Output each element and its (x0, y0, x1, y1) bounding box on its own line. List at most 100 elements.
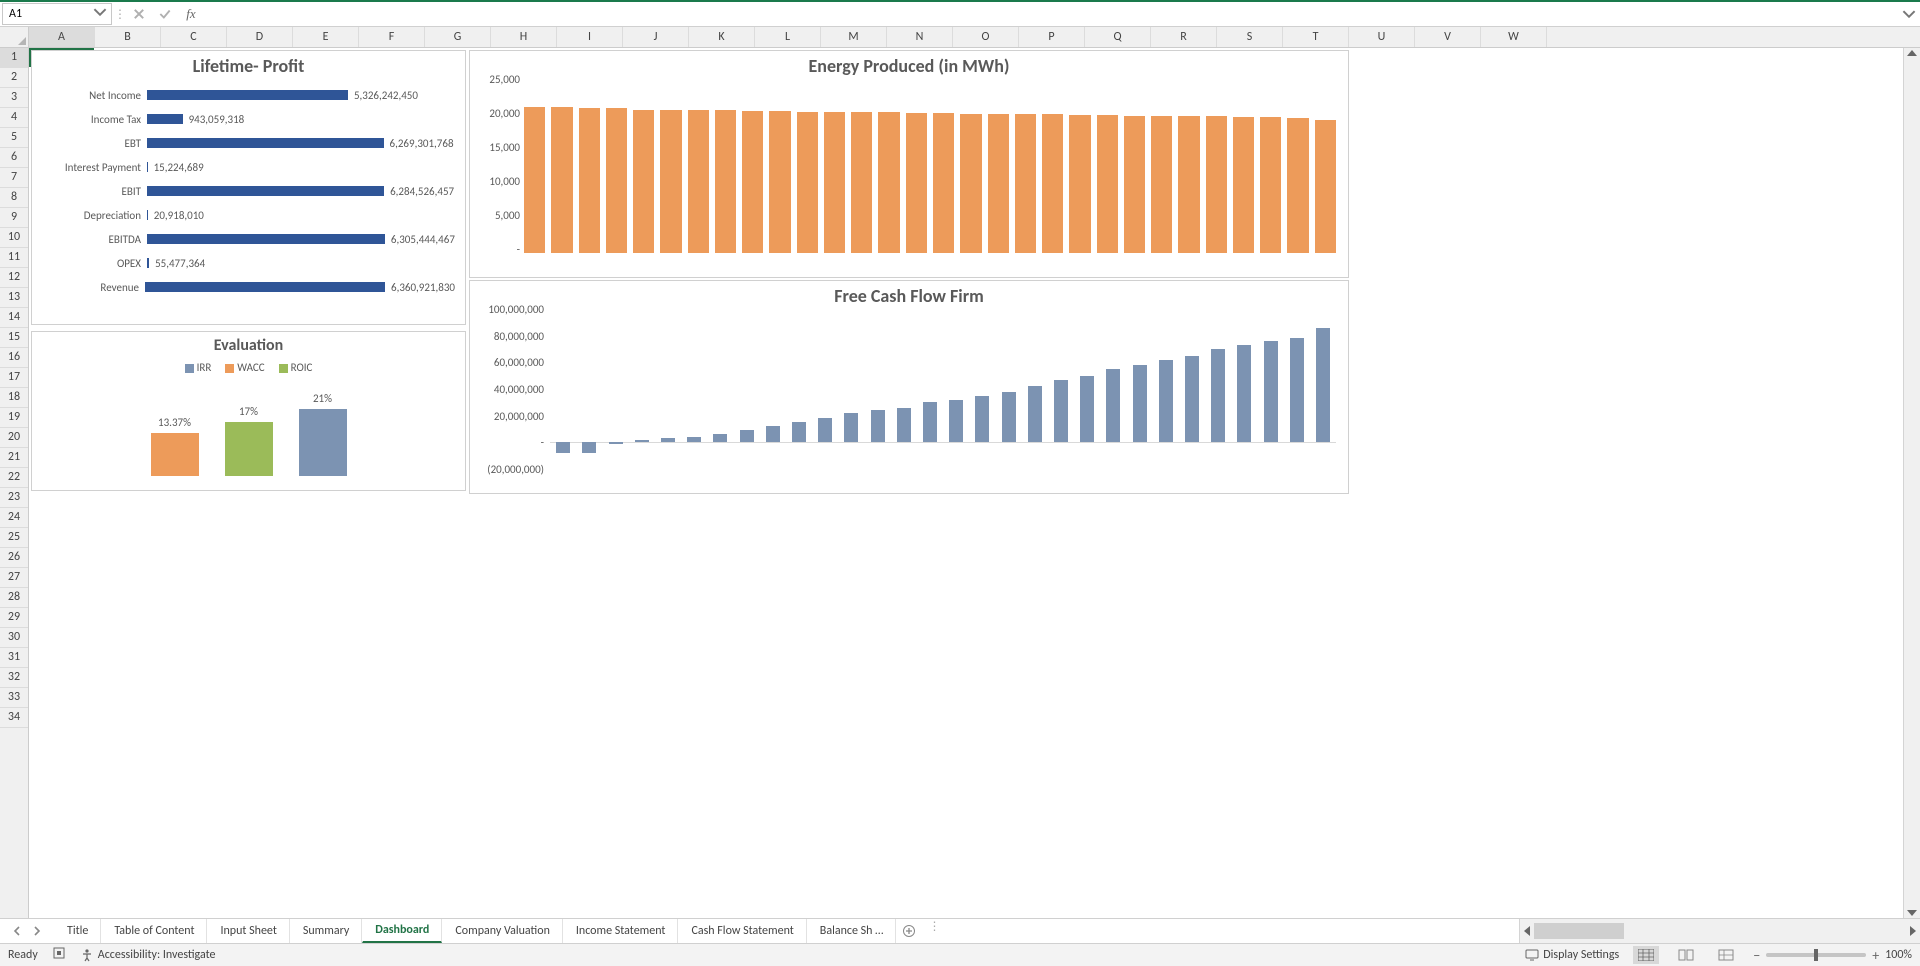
chart-lifetime-profit[interactable]: Lifetime- Profit Net Income5,326,242,450… (31, 50, 466, 325)
sheet-tab[interactable]: Input Sheet (207, 919, 289, 943)
column-header[interactable]: V (1415, 27, 1481, 47)
row-header[interactable]: 16 (0, 348, 28, 368)
row-header[interactable]: 21 (0, 448, 28, 468)
column-header[interactable]: J (623, 27, 689, 47)
column-header[interactable]: O (953, 27, 1019, 47)
scroll-up-icon[interactable] (1907, 50, 1917, 56)
column-header[interactable]: F (359, 27, 425, 47)
row-header[interactable]: 26 (0, 548, 28, 568)
row-header[interactable]: 5 (0, 128, 28, 148)
scroll-left-icon[interactable] (1524, 926, 1530, 936)
row-header[interactable]: 19 (0, 408, 28, 428)
chart-free-cash-flow[interactable]: Free Cash Flow Firm 100,000,00080,000,00… (469, 280, 1349, 494)
column-header[interactable]: K (689, 27, 755, 47)
row-header[interactable]: 22 (0, 468, 28, 488)
sheet-tab[interactable]: Summary (290, 919, 362, 943)
sheet-tab[interactable]: Income Statement (563, 919, 679, 943)
row-header[interactable]: 24 (0, 508, 28, 528)
name-box-input[interactable] (7, 6, 81, 22)
column-header[interactable]: Q (1085, 27, 1151, 47)
view-normal-button[interactable] (1633, 946, 1659, 964)
sheet-tab[interactable]: Title (54, 919, 101, 943)
row-header[interactable]: 28 (0, 588, 28, 608)
column-header[interactable]: G (425, 27, 491, 47)
row-header[interactable]: 14 (0, 308, 28, 328)
column-header[interactable]: S (1217, 27, 1283, 47)
row-header[interactable]: 34 (0, 708, 28, 728)
row-header[interactable]: 1 (0, 48, 28, 68)
row-header[interactable]: 7 (0, 168, 28, 188)
column-header[interactable]: N (887, 27, 953, 47)
row-header[interactable]: 31 (0, 648, 28, 668)
expand-formula-bar-button[interactable] (1900, 4, 1918, 24)
row-header[interactable]: 8 (0, 188, 28, 208)
row-header[interactable]: 12 (0, 268, 28, 288)
macro-record-icon[interactable] (52, 946, 66, 964)
tab-nav-next[interactable] (30, 926, 44, 936)
cancel-formula-button[interactable] (128, 4, 150, 24)
select-all-corner[interactable] (0, 27, 29, 47)
cells-area[interactable]: Lifetime- Profit Net Income5,326,242,450… (29, 48, 1903, 918)
row-header[interactable]: 11 (0, 248, 28, 268)
accessibility-status[interactable]: Accessibility: Investigate (80, 948, 216, 962)
sheet-tab[interactable]: Dashboard (362, 919, 442, 943)
sheet-tab[interactable]: Company Valuation (442, 919, 563, 943)
view-page-layout-button[interactable] (1673, 946, 1699, 964)
row-header[interactable]: 17 (0, 368, 28, 388)
zoom-out-button[interactable]: − (1753, 947, 1760, 964)
row-header[interactable]: 10 (0, 228, 28, 248)
confirm-formula-button[interactable] (154, 4, 176, 24)
column-header[interactable]: L (755, 27, 821, 47)
row-header[interactable]: 33 (0, 688, 28, 708)
row-header[interactable]: 30 (0, 628, 28, 648)
column-header[interactable]: D (227, 27, 293, 47)
column-header[interactable]: H (491, 27, 557, 47)
row-header[interactable]: 25 (0, 528, 28, 548)
row-header[interactable]: 29 (0, 608, 28, 628)
tab-overflow-icon[interactable]: ⋮ (922, 919, 946, 943)
column-header[interactable]: C (161, 27, 227, 47)
column-header[interactable]: P (1019, 27, 1085, 47)
row-header[interactable]: 9 (0, 208, 28, 228)
column-header[interactable]: R (1151, 27, 1217, 47)
row-header[interactable]: 13 (0, 288, 28, 308)
column-header[interactable]: B (95, 27, 161, 47)
row-header[interactable]: 20 (0, 428, 28, 448)
view-page-break-button[interactable] (1713, 946, 1739, 964)
horizontal-scrollbar[interactable] (1519, 919, 1920, 943)
column-header[interactable]: I (557, 27, 623, 47)
row-header[interactable]: 6 (0, 148, 28, 168)
zoom-level[interactable]: 100% (1885, 948, 1912, 962)
row-header[interactable]: 27 (0, 568, 28, 588)
scroll-down-icon[interactable] (1907, 910, 1917, 916)
formula-input[interactable] (206, 4, 1896, 24)
row-header[interactable]: 2 (0, 68, 28, 88)
chart-energy-produced[interactable]: Energy Produced (in MWh) 25,00020,00015,… (469, 50, 1349, 278)
scroll-right-icon[interactable] (1910, 926, 1916, 936)
add-sheet-button[interactable] (896, 919, 922, 943)
tab-nav-prev[interactable] (10, 926, 24, 936)
row-header[interactable]: 32 (0, 668, 28, 688)
name-box[interactable] (2, 3, 112, 25)
row-header[interactable]: 18 (0, 388, 28, 408)
row-header[interactable]: 15 (0, 328, 28, 348)
column-header[interactable]: E (293, 27, 359, 47)
insert-function-button[interactable]: fx (180, 4, 202, 24)
column-header[interactable]: T (1283, 27, 1349, 47)
display-settings-button[interactable]: Display Settings (1525, 948, 1619, 962)
chevron-down-icon[interactable] (93, 5, 107, 23)
sheet-tab[interactable]: Table of Content (101, 919, 207, 943)
vertical-scrollbar[interactable] (1903, 48, 1920, 918)
column-header[interactable]: M (821, 27, 887, 47)
row-header[interactable]: 23 (0, 488, 28, 508)
column-header[interactable]: W (1481, 27, 1547, 47)
sheet-tab[interactable]: Balance Sh … (807, 919, 897, 943)
sheet-tab[interactable]: Cash Flow Statement (678, 919, 806, 943)
row-header[interactable]: 3 (0, 88, 28, 108)
zoom-slider[interactable] (1766, 953, 1866, 957)
chart-evaluation[interactable]: Evaluation IRR WACC ROIC 13.37%17%21% (31, 331, 466, 491)
column-header[interactable]: A (29, 27, 95, 47)
zoom-in-button[interactable]: + (1872, 947, 1879, 964)
column-header[interactable]: U (1349, 27, 1415, 47)
row-header[interactable]: 4 (0, 108, 28, 128)
